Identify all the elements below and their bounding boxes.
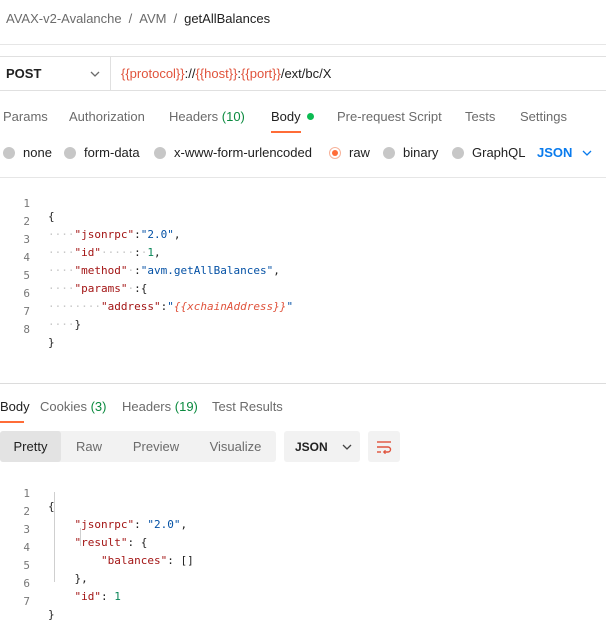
- code-line: 2 ····"jsonrpc":"2.0",: [0, 202, 606, 241]
- line-number: 7: [23, 595, 30, 608]
- radio-selected-icon: [329, 146, 341, 159]
- code-line: 8 }: [0, 310, 606, 349]
- view-raw-button[interactable]: Raw: [61, 431, 117, 462]
- editor-top-divider: [0, 177, 606, 178]
- response-tab-test-results[interactable]: Test Results: [212, 399, 283, 414]
- code-line: 6 "id": 1: [0, 564, 606, 603]
- line-number: 8: [23, 323, 30, 336]
- breadcrumb-separator: /: [128, 11, 133, 26]
- radio-none-label: none: [23, 145, 52, 160]
- code-line: 3 "result": {: [0, 510, 606, 549]
- response-divider[interactable]: [0, 383, 606, 384]
- radio-binary[interactable]: binary: [383, 145, 438, 160]
- breadcrumb-folder[interactable]: AVM: [139, 11, 166, 26]
- response-format-label: JSON: [295, 439, 328, 454]
- method-select[interactable]: POST: [0, 56, 111, 91]
- radio-form-data-label: form-data: [84, 145, 140, 160]
- code-line: 7 }: [0, 582, 606, 621]
- tab-settings[interactable]: Settings: [520, 109, 567, 124]
- header-divider: [0, 44, 606, 45]
- chevron-down-icon: [582, 150, 592, 156]
- body-language-select[interactable]: JSON: [537, 145, 592, 160]
- url-protocol-var: {{protocol}}: [121, 66, 185, 81]
- tab-body-label: Body: [271, 109, 301, 124]
- view-preview-button[interactable]: Preview: [117, 431, 195, 462]
- tab-headers-count: (10): [221, 109, 245, 124]
- code-line: 5 ····"params"·:{: [0, 256, 606, 295]
- code-text: }: [48, 336, 55, 349]
- radio-circle-icon: [154, 146, 166, 159]
- tab-headers[interactable]: Headers (10): [169, 109, 245, 124]
- response-tab-body[interactable]: Body: [0, 399, 30, 414]
- wrap-line-button[interactable]: [368, 431, 400, 462]
- url-host-var: {{host}}: [195, 66, 238, 81]
- breadcrumb-separator: /: [173, 11, 178, 26]
- radio-form-data[interactable]: form-data: [64, 145, 140, 160]
- code-line: 7 ····}: [0, 292, 606, 331]
- response-tab-cookies-label: Cookies: [40, 399, 87, 414]
- response-tab-headers-count: (19): [174, 399, 198, 414]
- code-line: 5 },: [0, 546, 606, 585]
- tab-body[interactable]: Body: [271, 109, 314, 124]
- radio-urlencoded-label: x-www-form-urlencoded: [174, 145, 312, 160]
- radio-circle-icon: [452, 146, 464, 159]
- radio-none[interactable]: none: [3, 145, 52, 160]
- response-format-select[interactable]: JSON: [284, 431, 360, 462]
- url-scheme-sep: ://: [184, 66, 196, 81]
- code-line: 1 {: [0, 474, 606, 513]
- breadcrumb: AVAX-v2-Avalanche / AVM / getAllBalances: [6, 11, 270, 26]
- code-line: 3 ····"id"·····:·1,: [0, 220, 606, 259]
- response-tab-headers-label: Headers: [122, 399, 172, 414]
- active-tab-underline: [271, 131, 301, 133]
- body-active-indicator-icon: [306, 113, 314, 121]
- code-line: 4 "balances": []: [0, 528, 606, 567]
- tab-tests[interactable]: Tests: [465, 109, 495, 124]
- radio-circle-icon: [64, 146, 76, 159]
- response-view-mode: Pretty Raw Preview Visualize: [0, 431, 276, 462]
- code-line: 1 {: [0, 184, 606, 223]
- tab-prerequest-script[interactable]: Pre-request Script: [337, 109, 442, 124]
- url-path: /ext/bc/X: [280, 66, 332, 81]
- url-input[interactable]: {{protocol}} :// {{host}} : {{port}} /ex…: [111, 56, 606, 91]
- tab-headers-label: Headers: [169, 109, 219, 124]
- method-label: POST: [6, 66, 42, 81]
- body-language-label: JSON: [537, 145, 573, 160]
- radio-circle-icon: [383, 146, 395, 159]
- view-pretty-button[interactable]: Pretty: [0, 431, 61, 462]
- code-line: 6 ········"address":"{{xchainAddress}}": [0, 274, 606, 313]
- radio-raw-label: raw: [349, 145, 370, 160]
- response-active-tab-underline: [0, 421, 24, 423]
- radio-graphql-label: GraphQL: [472, 145, 526, 160]
- radio-raw[interactable]: raw: [329, 145, 370, 160]
- code-line: 2 "jsonrpc": "2.0",: [0, 492, 606, 531]
- view-visualize-button[interactable]: Visualize: [195, 431, 276, 462]
- url-port-var: {{port}}: [241, 66, 281, 81]
- response-tab-headers[interactable]: Headers (19): [122, 399, 198, 414]
- breadcrumb-request-name[interactable]: getAllBalances: [184, 11, 270, 26]
- tab-params[interactable]: Params: [3, 109, 48, 124]
- chevron-down-icon: [90, 71, 100, 77]
- breadcrumb-collection[interactable]: AVAX-v2-Avalanche: [6, 11, 122, 26]
- radio-urlencoded[interactable]: x-www-form-urlencoded: [154, 145, 312, 160]
- response-tab-cookies[interactable]: Cookies (3): [40, 399, 106, 414]
- chevron-down-icon: [342, 444, 352, 450]
- radio-binary-label: binary: [403, 145, 439, 160]
- radio-graphql[interactable]: GraphQL: [452, 145, 525, 160]
- radio-circle-icon: [3, 146, 15, 159]
- wrap-lines-icon: [377, 440, 392, 454]
- response-tab-cookies-count: (3): [90, 399, 107, 414]
- code-line: 4 ····"method"·:"avm.getAllBalances",: [0, 238, 606, 277]
- code-text: }: [48, 608, 55, 621]
- tab-authorization[interactable]: Authorization: [69, 109, 145, 124]
